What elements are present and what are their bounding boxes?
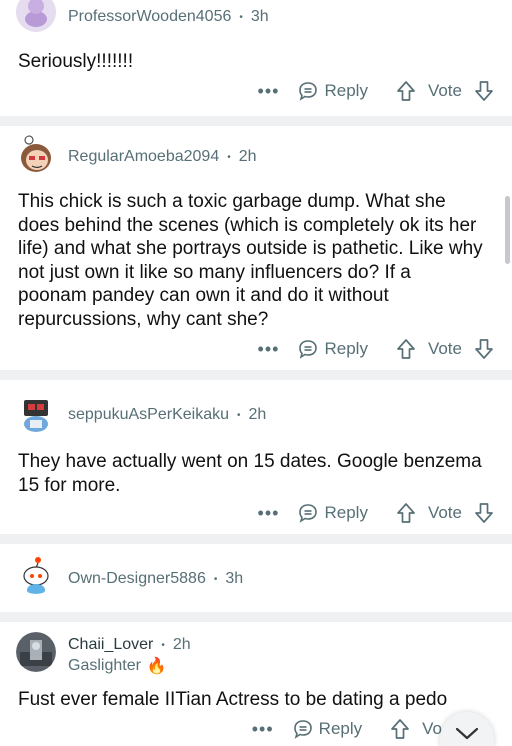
comment-body: Seriously!!!!!!! (18, 51, 134, 72)
reply-button[interactable]: Reply (297, 502, 368, 524)
timestamp: 2h (238, 148, 257, 165)
upvote-icon[interactable] (396, 502, 416, 524)
comment-3: seppukuAsPerKeikaku • 2h They have actua… (0, 380, 512, 534)
fire-icon: 🔥 (146, 658, 167, 675)
comment-meta: ProfessorWooden4056 • 3h (68, 8, 269, 26)
avatar[interactable] (16, 392, 56, 432)
flair-text: Gaslighter (68, 657, 141, 674)
more-options-button[interactable]: ••• (248, 719, 278, 740)
more-options-button[interactable]: ••• (253, 339, 283, 360)
avatar[interactable] (16, 0, 56, 32)
timestamp: 2h (172, 636, 191, 653)
comment-meta: seppukuAsPerKeikaku • 2h (68, 406, 266, 424)
comment-5: Chaii_Lover • 2h Gaslighter 🔥 Fust ever … (0, 622, 512, 746)
comment-2: RegularAmoeba2094 • 2h This chick is suc… (0, 126, 512, 370)
comment-body: This chick is such a toxic garbage dump.… (18, 191, 483, 330)
timestamp: 3h (250, 8, 269, 25)
reply-button[interactable]: Reply (292, 718, 362, 740)
vote-label: Vo (422, 719, 442, 738)
vote-group: Vote (396, 338, 494, 360)
reply-button[interactable]: Reply (297, 338, 368, 360)
avatar[interactable] (16, 134, 56, 174)
comment-4-collapsed[interactable]: Own-Designer5886 • 3h (0, 544, 512, 612)
comment-meta: Own-Designer5886 • 3h (68, 570, 243, 588)
reply-label: Reply (324, 81, 368, 100)
avatar[interactable] (16, 632, 56, 672)
more-options-button[interactable]: ••• (253, 81, 283, 102)
comment-body: They have actually went on 15 dates. Goo… (18, 451, 482, 496)
username[interactable]: Own-Designer5886 (68, 570, 206, 588)
user-flair: Gaslighter 🔥 (68, 656, 167, 676)
separator (0, 370, 512, 380)
username[interactable]: RegularAmoeba2094 (68, 148, 219, 166)
reply-icon (293, 720, 312, 739)
avatar[interactable] (16, 554, 56, 594)
vote-label: Vote (427, 339, 462, 358)
scrollbar[interactable] (505, 196, 510, 264)
username[interactable]: Chaii_Lover (68, 636, 153, 654)
reply-label: Reply (324, 503, 368, 522)
comment-actions: ••• Reply Vote (253, 502, 494, 524)
separator-dot: • (239, 11, 243, 23)
comment-meta: Chaii_Lover • 2h (68, 636, 191, 654)
username[interactable]: ProfessorWooden4056 (68, 8, 231, 26)
upvote-icon[interactable] (396, 80, 416, 102)
separator-dot: • (213, 573, 218, 585)
separator (0, 534, 512, 544)
downvote-icon[interactable] (474, 338, 494, 360)
downvote-icon[interactable] (474, 502, 494, 524)
separator-dot: • (227, 151, 231, 163)
comment-body: Fust ever female IITian Actress to be da… (18, 689, 448, 710)
more-options-button[interactable]: ••• (253, 503, 283, 524)
upvote-icon[interactable] (396, 338, 416, 360)
reply-label: Reply (318, 719, 363, 738)
separator (0, 116, 512, 126)
vote-label: Vote (427, 81, 462, 100)
reply-button[interactable]: Reply (297, 80, 368, 102)
comment-actions: ••• Reply Vote (253, 80, 494, 102)
reply-icon (299, 504, 318, 523)
chevron-down-icon (455, 727, 479, 740)
timestamp: 3h (225, 570, 244, 587)
username[interactable]: seppukuAsPerKeikaku (68, 406, 229, 424)
separator-dot: • (161, 639, 165, 651)
timestamp: 2h (248, 406, 267, 423)
comment-actions: ••• Reply Vo (248, 718, 454, 740)
comment-1: ProfessorWooden4056 • 3h Seriously!!!!!!… (0, 0, 512, 116)
comment-meta: RegularAmoeba2094 • 2h (68, 148, 257, 166)
reply-icon (299, 82, 318, 101)
vote-label: Vote (427, 503, 462, 522)
downvote-icon[interactable] (474, 80, 494, 102)
upvote-icon[interactable] (390, 718, 410, 740)
comment-actions: ••• Reply Vote (253, 338, 494, 360)
reply-icon (299, 340, 318, 359)
vote-group: Vote (396, 502, 494, 524)
separator-dot: • (236, 409, 241, 421)
separator (0, 612, 512, 622)
vote-group: Vote (396, 80, 494, 102)
reply-label: Reply (324, 339, 368, 358)
